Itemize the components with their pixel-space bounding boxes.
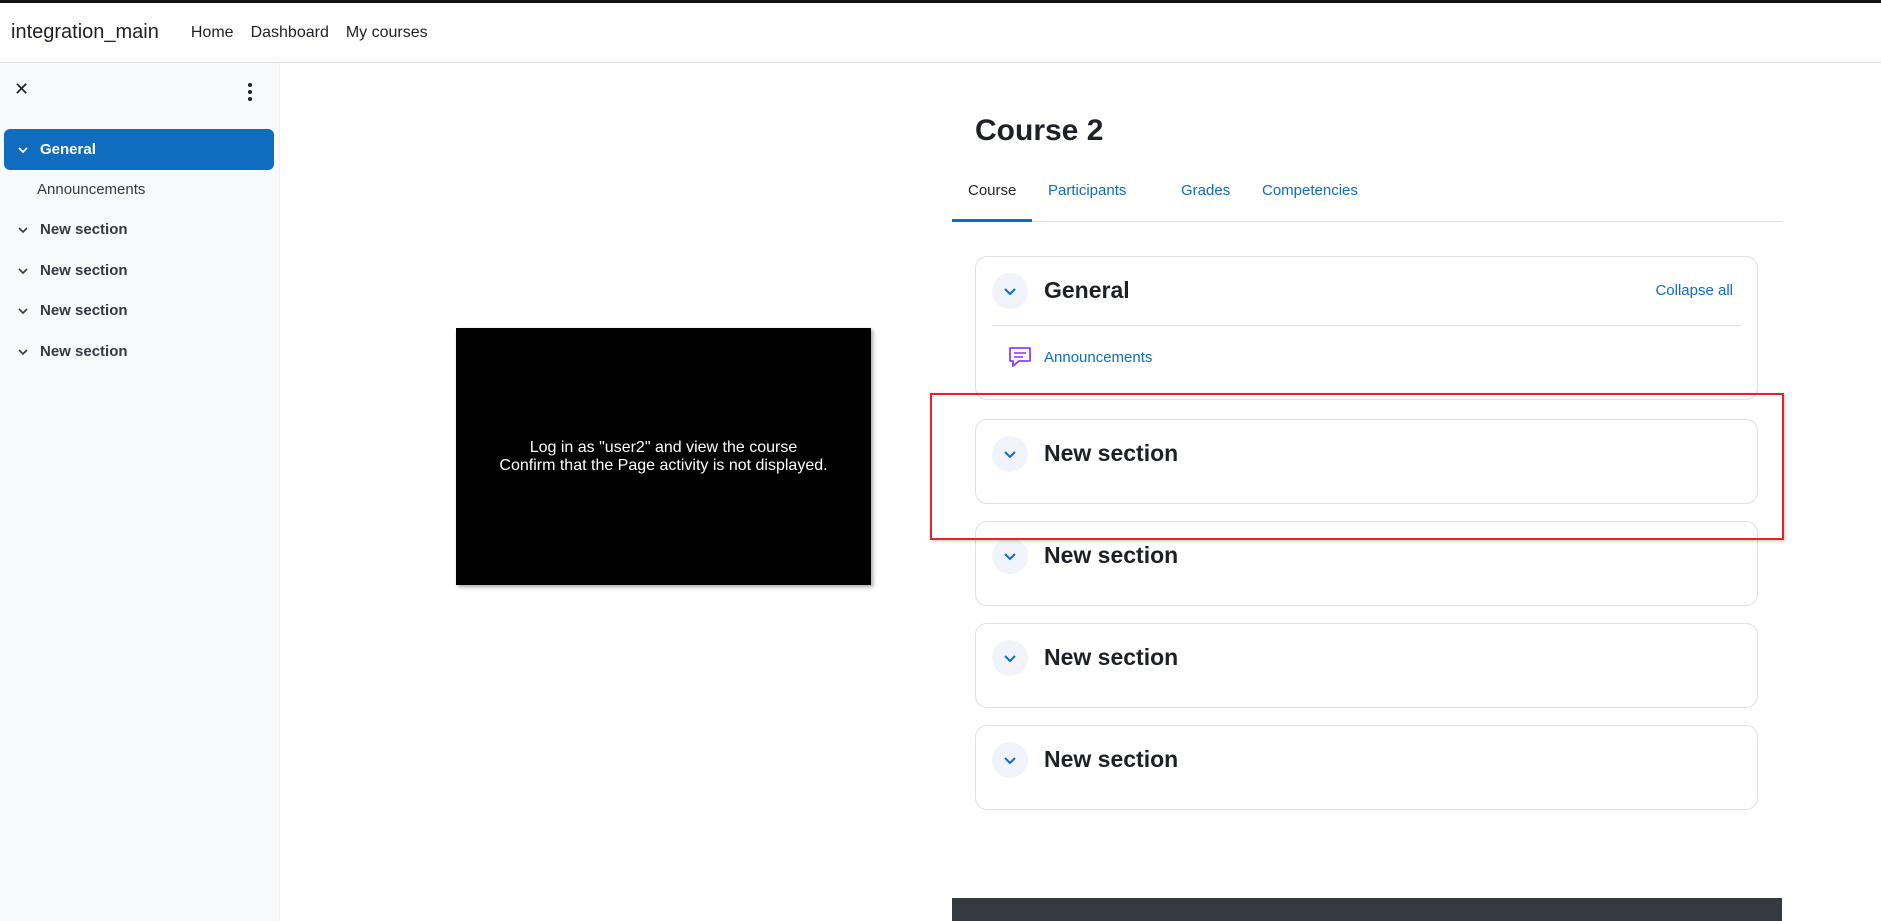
tab-competencies[interactable]: Competencies <box>1246 182 1374 221</box>
primary-navigation: Home Dashboard My courses <box>191 24 428 42</box>
course-index-section-label: General <box>40 141 96 158</box>
page-footer <box>952 898 1782 921</box>
activity-forum: Announcements <box>1006 343 1152 371</box>
chevron-down-icon <box>1004 288 1016 296</box>
chevron-down-icon <box>18 348 28 355</box>
chevron-down-icon <box>1004 553 1016 561</box>
page-title: Course 2 <box>975 114 1104 147</box>
top-navbar: integration_main Home Dashboard My cours… <box>0 0 1881 63</box>
section-divider <box>992 325 1741 326</box>
nav-home[interactable]: Home <box>191 24 234 42</box>
secondary-navigation-tabs: Course Participants Grades Competencies <box>952 172 1782 222</box>
course-section-new-2: New section <box>975 521 1758 606</box>
course-index-section-label: New section <box>40 302 128 319</box>
course-index-section-label: New section <box>40 221 128 238</box>
nav-dashboard[interactable]: Dashboard <box>251 24 329 42</box>
activity-link-announcements[interactable]: Announcements <box>1044 349 1152 366</box>
section-toggle[interactable] <box>992 538 1028 574</box>
course-index-drawer: ✕ General Announcements New section New … <box>0 63 280 921</box>
collapse-all-link[interactable]: Collapse all <box>1655 282 1733 299</box>
course-section-new-1: New section <box>975 419 1758 504</box>
instruction-line-1: Log in as "user2" and view the course <box>529 438 798 456</box>
section-title[interactable]: New section <box>1044 542 1178 569</box>
chevron-down-icon <box>1004 451 1016 459</box>
section-title[interactable]: New section <box>1044 440 1178 467</box>
course-index-section-new-2[interactable]: New section <box>4 250 274 291</box>
course-index-section-new-3[interactable]: New section <box>4 290 274 331</box>
instruction-line-2: Confirm that the Page activity is not di… <box>499 456 828 474</box>
section-toggle[interactable] <box>992 436 1028 472</box>
instruction-overlay: Log in as "user2" and view the course Co… <box>456 328 871 585</box>
course-index-section-new-1[interactable]: New section <box>4 209 274 250</box>
chevron-down-icon <box>1004 757 1016 765</box>
chevron-down-icon <box>18 146 28 153</box>
chevron-down-icon <box>1004 655 1016 663</box>
section-toggle[interactable] <box>992 640 1028 676</box>
section-toggle[interactable] <box>992 742 1028 778</box>
course-index-section-new-4[interactable]: New section <box>4 331 274 372</box>
nav-my-courses[interactable]: My courses <box>346 24 428 42</box>
close-drawer-icon[interactable]: ✕ <box>14 80 29 98</box>
kebab-menu-icon[interactable] <box>248 83 252 101</box>
course-section-new-3: New section <box>975 623 1758 708</box>
course-section-new-4: New section <box>975 725 1758 810</box>
course-index-section-general[interactable]: General <box>4 129 274 170</box>
course-index-section-label: New section <box>40 262 128 279</box>
tab-course[interactable]: Course <box>952 182 1033 222</box>
section-title[interactable]: New section <box>1044 746 1178 773</box>
site-name[interactable]: integration_main <box>11 21 159 44</box>
chevron-down-icon <box>18 226 28 233</box>
section-title[interactable]: New section <box>1044 644 1178 671</box>
chevron-down-icon <box>18 267 28 274</box>
course-index-activity-announcements[interactable]: Announcements <box>37 181 145 198</box>
tab-participants[interactable]: Participants <box>1032 182 1142 221</box>
course-section-general: General Collapse all Announcements <box>975 256 1758 400</box>
tab-grades[interactable]: Grades <box>1165 182 1246 221</box>
chevron-down-icon <box>18 307 28 314</box>
course-index-section-label: New section <box>40 343 128 360</box>
section-title[interactable]: General <box>1044 277 1130 304</box>
forum-icon <box>1009 347 1031 367</box>
section-toggle[interactable] <box>992 273 1028 309</box>
